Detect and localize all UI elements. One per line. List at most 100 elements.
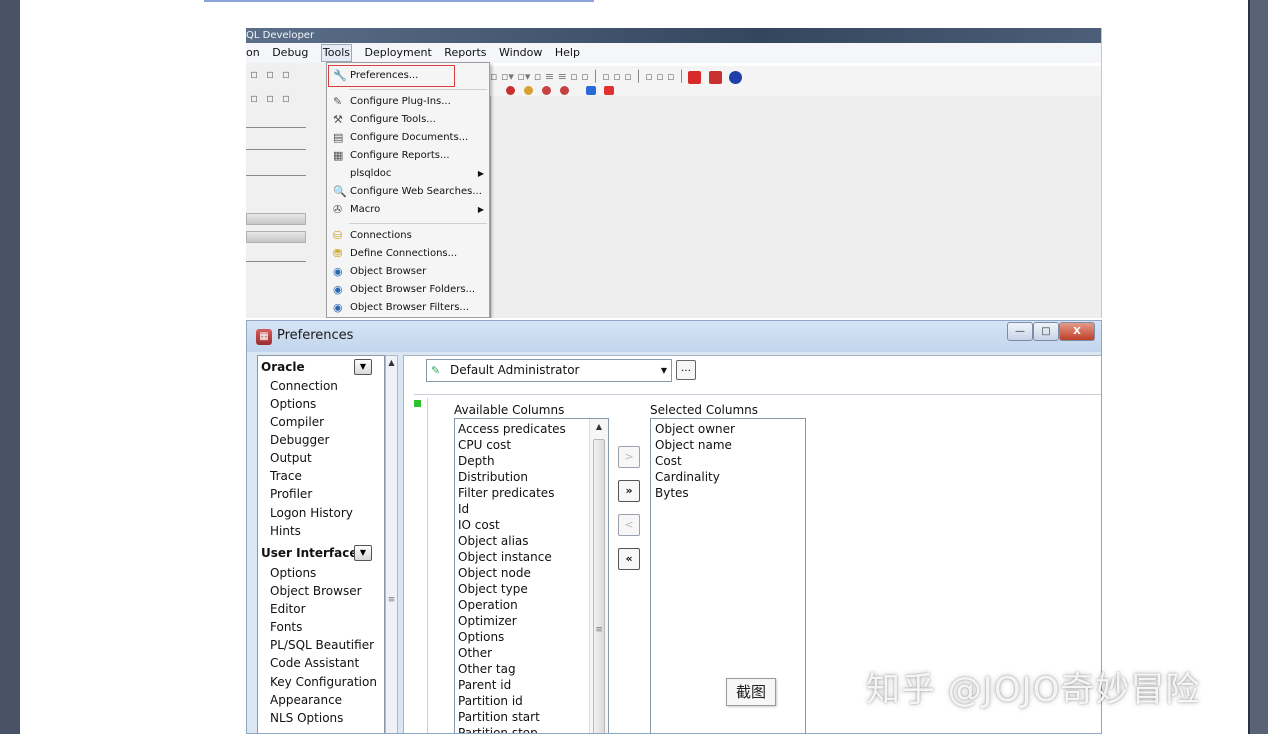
maximize-button[interactable]: □ (1033, 322, 1059, 341)
list-item[interactable]: Options (458, 629, 504, 645)
list-item[interactable]: Other tag (458, 661, 516, 677)
info-icon[interactable] (729, 70, 743, 84)
nav-scrollbar[interactable]: ▲ ≡ (385, 355, 398, 733)
menu-item-configure-plugins[interactable]: ✎ Configure Plug-Ins... (327, 93, 489, 111)
menu-tools[interactable]: Tools (320, 44, 352, 62)
add-column-button[interactable]: > (618, 446, 640, 468)
breakpoint-icon[interactable] (506, 86, 515, 95)
nav-item-trace[interactable]: Trace (270, 467, 302, 485)
run-blue-icon[interactable] (586, 86, 596, 95)
screenshot-caption: 截图 (726, 678, 776, 706)
list-item[interactable]: Object owner (655, 421, 735, 437)
add-all-columns-button[interactable]: » (618, 480, 640, 502)
nav-item-fonts[interactable]: Fonts (270, 618, 302, 636)
nav-item-debugger[interactable]: Debugger (270, 431, 329, 449)
scroll-up-icon[interactable]: ▲ (386, 356, 397, 370)
run-red-icon[interactable] (604, 86, 614, 95)
nav-item-ui-options[interactable]: Options (270, 564, 316, 582)
profile-select[interactable]: ✎ Default Administrator ▼ (426, 359, 672, 382)
available-columns-scrollbar[interactable]: ▲ ≡ (589, 419, 608, 733)
list-item[interactable]: Partition start (458, 709, 540, 725)
panel-divider-vertical (427, 398, 428, 733)
list-item[interactable]: Distribution (458, 469, 528, 485)
list-item[interactable]: Filter predicates (458, 485, 554, 501)
list-item[interactable]: CPU cost (458, 437, 511, 453)
list-item[interactable]: Optimizer (458, 613, 517, 629)
nav-item-logon-history[interactable]: Logon History (270, 504, 353, 522)
chevron-down-icon[interactable]: ▼ (354, 545, 372, 561)
menu-item-object-browser-filters[interactable]: ◉ Object Browser Filters... (327, 299, 489, 317)
menu-item-object-browser-folders[interactable]: ◉ Object Browser Folders... (327, 281, 489, 299)
scroll-thumb[interactable] (593, 439, 605, 733)
nav-item-options[interactable]: Options (270, 395, 316, 413)
stop-icon[interactable] (688, 70, 702, 84)
menu-item-connections[interactable]: ⛁ Connections (327, 227, 489, 245)
menu-item-configure-tools[interactable]: ⚒ Configure Tools... (327, 111, 489, 129)
panel-header[interactable] (246, 213, 306, 225)
toolbar-icons-left-2[interactable]: ▫ ▫ ▫ (250, 91, 292, 105)
nav-item-compiler[interactable]: Compiler (270, 413, 324, 431)
list-item[interactable]: Bytes (655, 485, 689, 501)
nav-item-nls-options[interactable]: NLS Options (270, 709, 343, 727)
nav-item-editor[interactable]: Editor (270, 600, 306, 618)
menu-item-define-connections[interactable]: ⛃ Define Connections... (327, 245, 489, 263)
step-over-icon[interactable] (542, 86, 551, 95)
nav-group-oracle[interactable]: Oracle (261, 358, 305, 376)
list-item[interactable]: Object instance (458, 549, 552, 565)
list-item[interactable]: Object name (655, 437, 732, 453)
menu-debug[interactable]: Debug (272, 43, 308, 63)
nav-item-hints[interactable]: Hints (270, 522, 301, 540)
menu-partial[interactable]: on (246, 43, 260, 63)
list-item[interactable]: Id (458, 501, 469, 517)
list-item[interactable]: Partition id (458, 693, 523, 709)
nav-item-output[interactable]: Output (270, 449, 312, 467)
list-item[interactable]: Object type (458, 581, 528, 597)
toolbar-icons-left[interactable]: ▫ ▫ ▫ (250, 67, 292, 81)
list-item[interactable]: Object node (458, 565, 531, 581)
menu-window[interactable]: Window (499, 43, 542, 63)
remove-column-button[interactable]: < (618, 514, 640, 536)
list-item[interactable]: Depth (458, 453, 495, 469)
report-icon[interactable] (708, 70, 722, 84)
close-button[interactable]: X (1059, 322, 1095, 341)
dialog-titlebar[interactable]: ▦ Preferences — □ X (247, 321, 1101, 352)
list-item[interactable]: Operation (458, 597, 518, 613)
nav-group-user-interface[interactable]: User Interface (261, 544, 358, 562)
connections-icon: ⛁ (333, 229, 343, 242)
menu-item-object-browser[interactable]: ◉ Object Browser (327, 263, 489, 281)
menu-deployment[interactable]: Deployment (365, 43, 432, 63)
list-item[interactable]: Partition stop (458, 725, 538, 733)
profile-more-button[interactable]: … (676, 360, 696, 380)
menu-reports[interactable]: Reports (444, 43, 486, 63)
menu-separator (349, 223, 487, 224)
menu-help[interactable]: Help (555, 43, 580, 63)
chevron-down-icon[interactable]: ▼ (354, 359, 372, 375)
list-item[interactable]: IO cost (458, 517, 500, 533)
menu-item-configure-reports[interactable]: ▦ Configure Reports... (327, 147, 489, 165)
menu-item-preferences[interactable]: 🔧 Preferences... (327, 67, 489, 85)
nav-item-key-configuration[interactable]: Key Configuration (270, 673, 377, 691)
list-item[interactable]: Other (458, 645, 492, 661)
toolbar-icons-gray[interactable]: ▫ ▫▾ ▫▾ ▫ ≡ ≡ ▫ ▫ │ ▫ ▫ ▫ │ ▫ ▫ ▫ │ (490, 70, 685, 83)
panel-header[interactable] (246, 231, 306, 243)
step-icon[interactable] (524, 86, 533, 95)
nav-item-code-assistant[interactable]: Code Assistant (270, 654, 359, 672)
menu-item-macro[interactable]: ✇ Macro ▶ (327, 201, 489, 219)
nav-item-object-browser[interactable]: Object Browser (270, 582, 362, 600)
scroll-up-icon[interactable]: ▲ (590, 419, 608, 435)
nav-item-plsql-beautifier[interactable]: PL/SQL Beautifier (270, 636, 374, 654)
list-item[interactable]: Cardinality (655, 469, 720, 485)
list-item[interactable]: Access predicates (458, 421, 566, 437)
nav-item-profiler[interactable]: Profiler (270, 485, 312, 503)
minimize-button[interactable]: — (1007, 322, 1033, 341)
nav-item-appearance[interactable]: Appearance (270, 691, 342, 709)
list-item[interactable]: Object alias (458, 533, 529, 549)
list-item[interactable]: Cost (655, 453, 682, 469)
list-item[interactable]: Parent id (458, 677, 511, 693)
remove-all-columns-button[interactable]: « (618, 548, 640, 570)
menu-item-configure-web-searches[interactable]: 🔍 Configure Web Searches... (327, 183, 489, 201)
menu-item-configure-documents[interactable]: ▤ Configure Documents... (327, 129, 489, 147)
step-out-icon[interactable] (560, 86, 569, 95)
nav-item-connection[interactable]: Connection (270, 377, 338, 395)
menu-item-plsqldoc[interactable]: plsqldoc ▶ (327, 165, 489, 183)
